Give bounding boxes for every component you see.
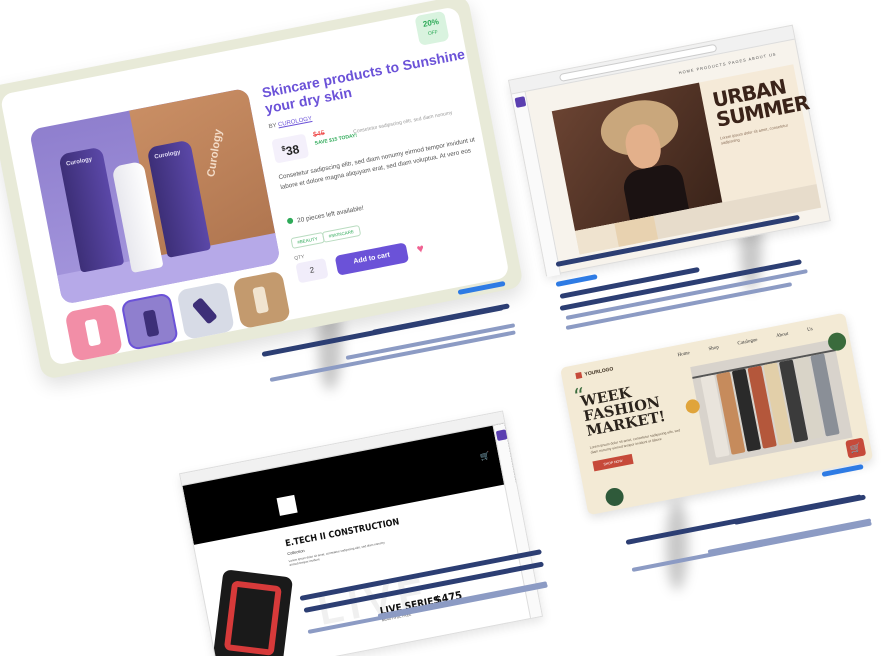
product-card: Curology Curology Curology 20% OFF Skinc… — [0, 0, 524, 381]
brand-link[interactable]: CUROLOGY — [278, 116, 313, 128]
thumbnail-image — [191, 297, 218, 325]
pointer-shadow — [666, 500, 688, 590]
qty-label: QTY — [293, 253, 306, 262]
urban-summer-card: HOME PRODUCTS PAGES ABOUT US URBAN SUMME… — [508, 24, 831, 278]
product-title: Skincare products to Sunshine your dry s… — [260, 45, 467, 117]
product-thumbnail-selected[interactable] — [120, 292, 180, 351]
by-label: BY — [268, 122, 278, 131]
fashion-market-card: YOURLOGO Home Shop Catalogue About Us “ … — [560, 312, 874, 516]
stock-dot-icon — [286, 217, 294, 225]
clothing-rack-photo — [690, 339, 853, 466]
stock-text: 20 pieces left available! — [296, 204, 365, 225]
tag-beauty[interactable]: #BEAUTY — [290, 231, 325, 249]
tube-brand-label: Curology — [153, 149, 181, 161]
product-thumbnail[interactable] — [176, 281, 236, 340]
app-logo-icon[interactable] — [514, 96, 527, 108]
site-logo[interactable]: YOURLOGO — [575, 366, 614, 380]
cart-icon[interactable]: 🛒 — [845, 437, 867, 459]
price-box: $38 — [271, 133, 310, 164]
logo-text: YOURLOGO — [584, 366, 614, 378]
old-price: $46 — [312, 129, 326, 139]
decor-line — [625, 494, 863, 545]
discount-badge: 20% OFF — [414, 10, 450, 46]
add-to-cart-button[interactable]: Add to cart — [334, 242, 410, 276]
product-thumbnail[interactable] — [64, 303, 124, 362]
site-logo[interactable] — [276, 494, 298, 516]
decor-line — [269, 330, 516, 382]
price-value: 38 — [284, 142, 301, 159]
decor-line — [565, 269, 808, 320]
product-description: Consetetur sadipscing elitr, sed diam no… — [278, 136, 476, 192]
card-body: Curology Curology Curology 20% OFF Skinc… — [0, 6, 510, 366]
decor-line — [555, 274, 598, 287]
product-thumbnail[interactable] — [232, 270, 291, 330]
site-window: YOURLOGO Home Shop Catalogue About Us “ … — [560, 312, 874, 516]
tag-skincare[interactable]: #SKINCARE — [321, 224, 361, 243]
quantity-stepper[interactable]: 2 — [295, 257, 329, 284]
product-tube: Curology — [58, 146, 125, 273]
product-photo: Curology Curology Curology — [28, 87, 281, 305]
logo-square-icon — [575, 372, 583, 380]
thumbnail-image — [142, 309, 160, 338]
save-description: Consetetur sadipscing elitr, sed diam no… — [352, 110, 453, 136]
stock-status: 20 pieces left available! — [286, 204, 365, 227]
browser-window: HOME PRODUCTS PAGES ABOUT US URBAN SUMME… — [508, 24, 831, 278]
shop-now-button[interactable]: SHOP NOW — [592, 453, 634, 472]
discount-label: OFF — [427, 29, 439, 38]
skateboard-image — [211, 569, 294, 656]
cart-icon[interactable]: 🛒 — [480, 451, 492, 462]
thumbnail-image — [84, 318, 102, 347]
app-logo-icon[interactable] — [495, 429, 508, 442]
decor-line — [345, 323, 516, 360]
heart-icon[interactable]: ♥ — [416, 241, 426, 256]
skateboard-graphic — [223, 580, 282, 656]
address-bar[interactable] — [558, 43, 718, 83]
tube-brand-label: Curology — [65, 156, 93, 168]
hero-subtitle: Collection — [286, 547, 306, 557]
product-brand-line: BY CUROLOGY — [268, 116, 312, 130]
decor-circle — [604, 486, 626, 508]
collage-stage: Curology Curology Curology 20% OFF Skinc… — [0, 0, 892, 656]
thumbnail-image — [252, 286, 270, 314]
